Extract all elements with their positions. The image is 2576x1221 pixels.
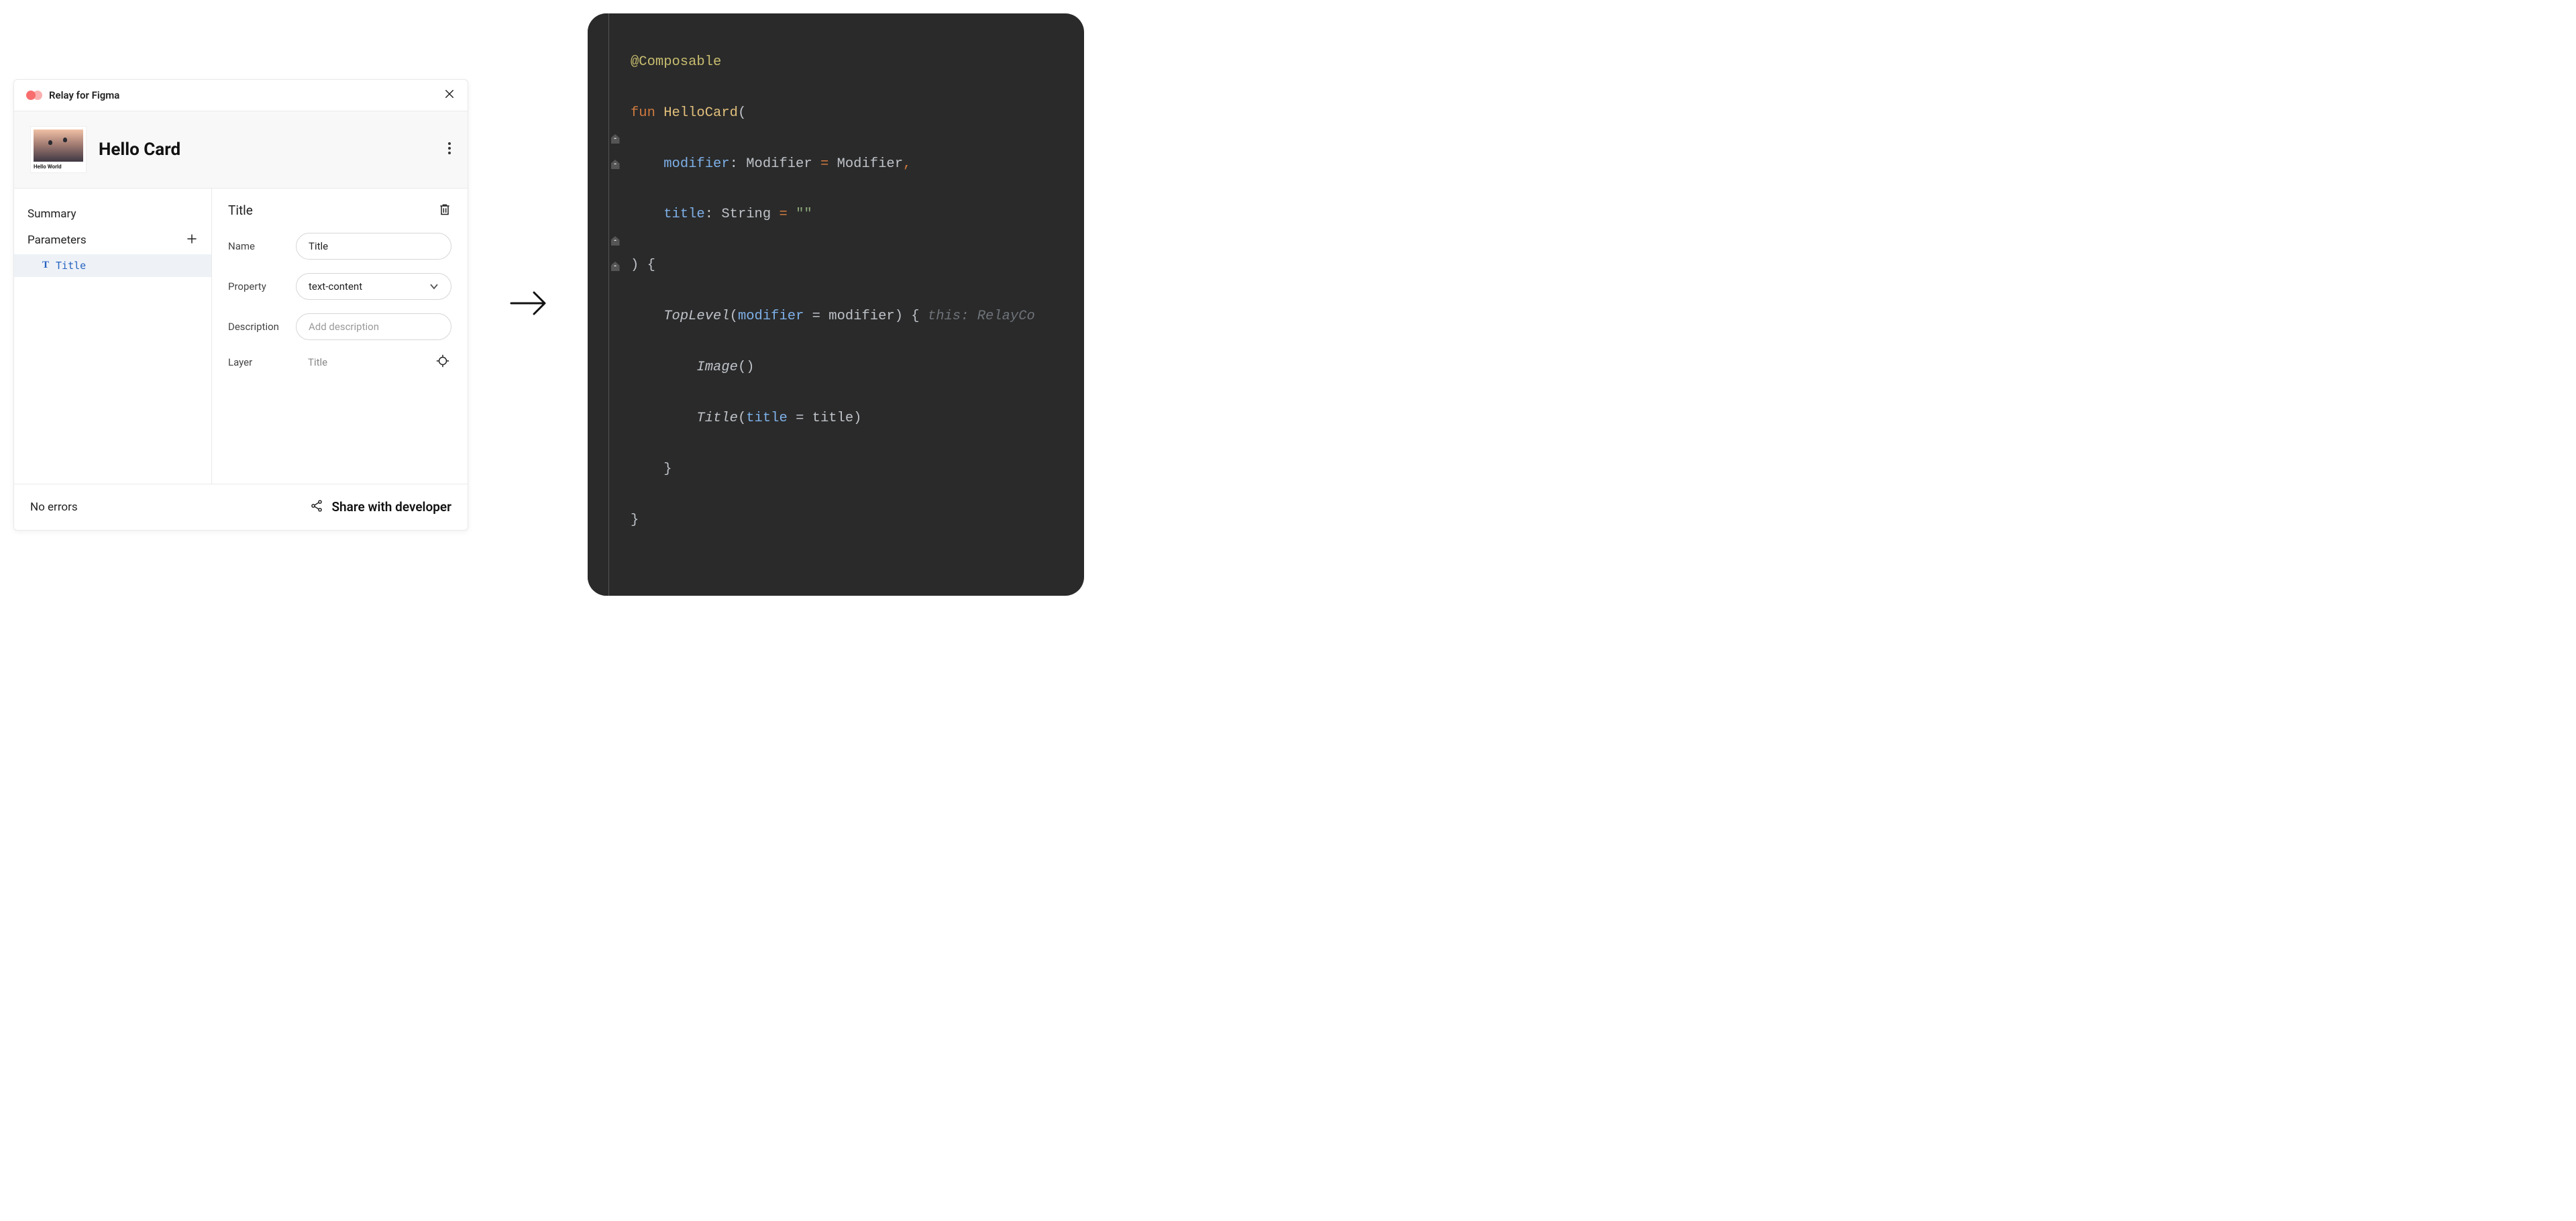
parameter-detail: Title Name Title Property text-content	[212, 189, 468, 484]
property-label: Property	[228, 280, 285, 293]
description-input[interactable]: Add description	[296, 313, 451, 340]
detail-heading: Title	[228, 203, 253, 218]
fold-icon[interactable]	[611, 262, 620, 271]
arrow-right-icon	[508, 288, 547, 321]
fold-icon[interactable]	[611, 134, 620, 144]
code-gutter	[588, 13, 609, 596]
component-thumbnail: Hello World	[30, 126, 87, 173]
component-header: Hello World Hello Card	[14, 111, 468, 189]
plugin-titlebar: Relay for Figma	[14, 80, 468, 111]
description-label: Description	[228, 321, 285, 333]
panel-footer: No errors Share with developer	[14, 484, 468, 530]
component-name: Hello Card	[99, 140, 180, 160]
relay-plugin-panel: Relay for Figma Hello World Hello Card S…	[13, 79, 468, 531]
parameter-item-label: Title	[56, 260, 86, 272]
code-preview: @Composable fun HelloCard( modifier: Mod…	[588, 13, 1084, 596]
delete-icon[interactable]	[438, 202, 451, 219]
close-icon[interactable]	[443, 88, 455, 103]
field-name-row: Name Title	[228, 233, 451, 260]
text-type-icon: T	[42, 260, 49, 271]
field-property-row: Property text-content	[228, 273, 451, 300]
sidebar-summary[interactable]: Summary	[14, 202, 211, 226]
fold-icon[interactable]	[611, 236, 620, 246]
code-content: @Composable fun HelloCard( modifier: Mod…	[621, 13, 1084, 596]
plugin-title: Relay for Figma	[49, 89, 119, 101]
share-label: Share with developer	[331, 499, 451, 515]
sidebar: Summary Parameters T Title	[14, 189, 212, 484]
fold-icon[interactable]	[611, 160, 620, 169]
thumbnail-caption: Hello World	[34, 162, 83, 170]
add-parameter-icon[interactable]	[186, 233, 198, 248]
relay-logo-icon	[26, 90, 42, 101]
name-input[interactable]: Title	[296, 233, 451, 260]
share-button[interactable]: Share with developer	[310, 499, 451, 515]
share-icon	[310, 499, 323, 515]
property-select[interactable]: text-content	[296, 273, 451, 300]
chevron-down-icon	[429, 280, 439, 293]
code-fold-column	[609, 13, 621, 596]
field-layer-row: Layer Title	[228, 354, 451, 371]
parameter-item-title[interactable]: T Title	[14, 254, 211, 277]
errors-status: No errors	[30, 500, 78, 514]
name-label: Name	[228, 240, 285, 252]
more-options-icon[interactable]	[447, 142, 451, 158]
layer-label: Layer	[228, 356, 285, 368]
field-description-row: Description Add description	[228, 313, 451, 340]
locate-layer-icon[interactable]	[435, 354, 450, 371]
layer-value: Title	[296, 356, 327, 368]
parameters-label: Parameters	[28, 233, 87, 247]
sidebar-parameters-header: Parameters	[14, 226, 211, 254]
